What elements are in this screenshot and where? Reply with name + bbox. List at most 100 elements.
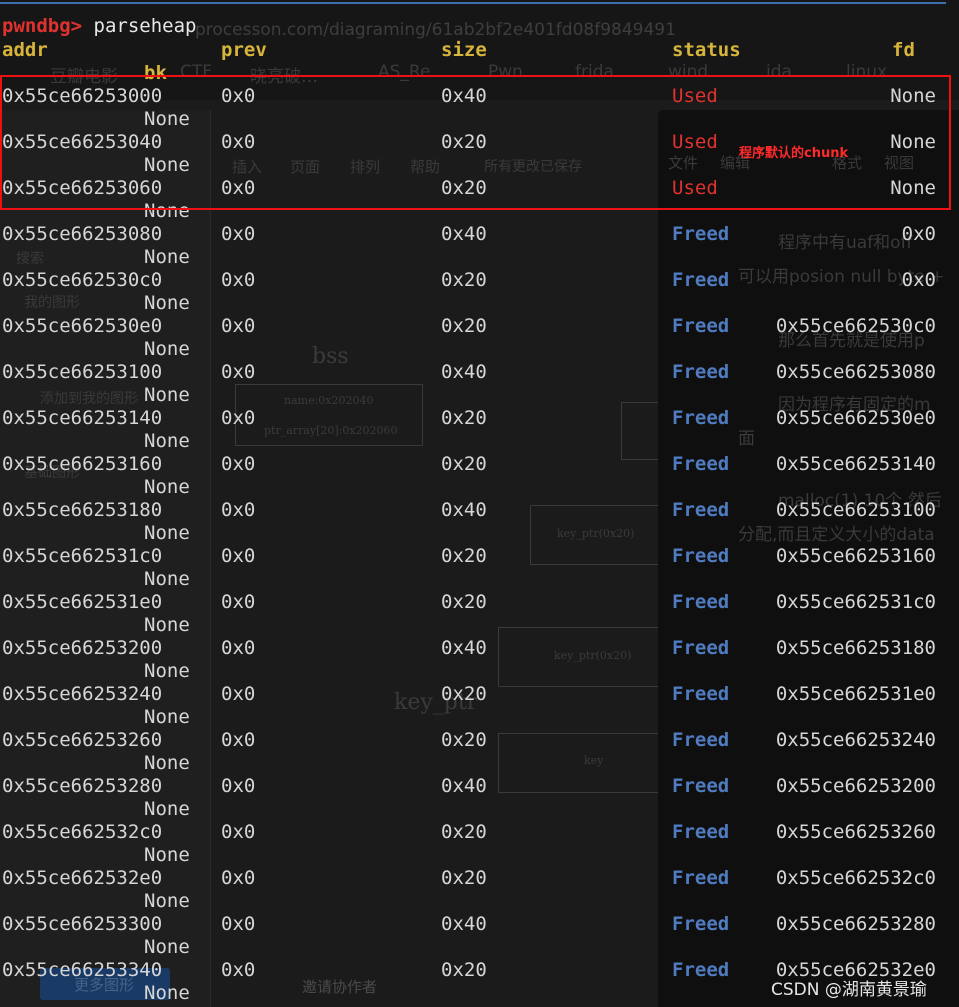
chunk-fd: 0x0 [901,223,936,245]
diagram-bss-label: bss [312,344,349,369]
chunk-fd: 0x55ce66253160 [775,545,936,567]
chunk-size: 0x20 [441,545,487,567]
diagram-key-box[interactable] [498,733,662,793]
chunk-size: 0x20 [441,407,487,429]
diagram-name-field: name:0x202040 [284,394,374,407]
chunk-status: Freed [672,729,730,751]
prompt-label: pwndbg> [2,15,83,37]
chunk-status: Freed [672,959,730,981]
chunk-status: Freed [672,867,730,889]
diagram-node[interactable] [621,402,663,460]
chunk-bk: None [144,430,190,452]
header-prev: prev [221,39,267,61]
command-text: parseheap [93,15,197,37]
chunk-status: Freed [672,821,730,843]
terminal-prompt-line: pwndbg> parseheap [2,15,196,37]
chunk-bk: None [144,798,190,820]
chunk-fd: 0x55ce66253100 [775,499,936,521]
chunk-fd: 0x55ce66253240 [775,729,936,751]
chunk-bk: None [144,246,190,268]
chunk-addr: 0x55ce66253260 [2,729,163,751]
chunk-prev: 0x0 [221,545,256,567]
chunk-prev: 0x0 [221,637,256,659]
chunk-bk: None [144,660,190,682]
chunk-size: 0x40 [441,223,487,245]
chunk-prev: 0x0 [221,729,256,751]
chunk-size: 0x20 [441,867,487,889]
chunk-prev: 0x0 [221,223,256,245]
csdn-watermark: CSDN @湖南黄景瑜 [771,980,927,1000]
chunk-prev: 0x0 [221,913,256,935]
chunk-addr: 0x55ce66253280 [2,775,163,797]
shape-search[interactable]: 搜索 [16,248,44,268]
chunk-fd: 0x55ce662531c0 [775,591,936,613]
chunk-status: Freed [672,913,730,935]
chunk-prev: 0x0 [221,407,256,429]
chunk-bk: None [144,752,190,774]
chunk-prev: 0x0 [221,867,256,889]
diagram-ptr-array: ptr_array[20]:0x202060 [264,424,398,437]
chunk-fd: 0x55ce66253200 [775,775,936,797]
notes-line: 面 [738,429,755,449]
chunk-size: 0x20 [441,683,487,705]
chunk-addr: 0x55ce66253240 [2,683,163,705]
diagram-key-ptr-2[interactable] [498,627,662,687]
diagram-key-ptr-1-label: key_ptr(0x20) [557,527,635,540]
chunk-status: Freed [672,683,730,705]
chunk-bk: None [144,982,190,1004]
my-shapes-label[interactable]: 我的图形 [24,292,80,312]
chunk-size: 0x20 [441,729,487,751]
chunk-prev: 0x0 [221,683,256,705]
chunk-bk: None [144,890,190,912]
chunk-status: Freed [672,223,730,245]
chunk-status: Freed [672,407,730,429]
chunk-prev: 0x0 [221,959,256,981]
chunk-addr: 0x55ce662531e0 [2,591,163,613]
chunk-fd: 0x55ce66253140 [775,453,936,475]
chunk-size: 0x20 [441,959,487,981]
chunk-fd: 0x55ce662530c0 [775,315,936,337]
chunk-size: 0x40 [441,913,487,935]
chunk-status: Freed [672,361,730,383]
chunk-fd: 0x55ce66253260 [775,821,936,843]
chunk-size: 0x20 [441,453,487,475]
chunk-addr: 0x55ce66253300 [2,913,163,935]
chunk-bk: None [144,844,190,866]
chunk-fd: 0x55ce66253080 [775,361,936,383]
chunk-prev: 0x0 [221,269,256,291]
chunk-prev: 0x0 [221,453,256,475]
chunk-prev: 0x0 [221,315,256,337]
chunk-status: Freed [672,499,730,521]
chunk-prev: 0x0 [221,775,256,797]
chunk-addr: 0x55ce66253200 [2,637,163,659]
chunk-bk: None [144,614,190,636]
chunk-status: Freed [672,315,730,337]
header-status: status [672,39,741,61]
chunk-prev: 0x0 [221,361,256,383]
chunk-bk: None [144,338,190,360]
chunk-prev: 0x0 [221,591,256,613]
diagram-bss-struct[interactable] [235,384,423,446]
diagram-key-ptr-2-label: key_ptr(0x20) [554,649,632,662]
highlight-annotation: 程序默认的chunk [739,146,849,161]
chunk-fd: 0x55ce662530e0 [775,407,936,429]
chunk-bk: None [144,706,190,728]
invite-collaborator[interactable]: 邀请协作者 [302,976,377,997]
chunk-bk: None [144,476,190,498]
add-to-my-shapes[interactable]: 添加到我的图形 [40,388,138,408]
chunk-prev: 0x0 [221,499,256,521]
chunk-size: 0x40 [441,637,487,659]
chunk-status: Freed [672,775,730,797]
chunk-bk: None [144,384,190,406]
chunk-addr: 0x55ce662530c0 [2,269,163,291]
diagram-key-label: key [584,754,604,767]
header-addr: addr [2,39,48,61]
notes-line: 分配,而且定义大小的data [738,525,935,545]
chunk-fd: 0x55ce66253180 [775,637,936,659]
chunk-status: Freed [672,269,730,291]
chunk-size: 0x40 [441,775,487,797]
chunk-bk: None [144,568,190,590]
diagram-key-ptr-1[interactable] [530,505,662,565]
chunk-addr: 0x55ce66253180 [2,499,163,521]
chunk-addr: 0x55ce662530e0 [2,315,163,337]
